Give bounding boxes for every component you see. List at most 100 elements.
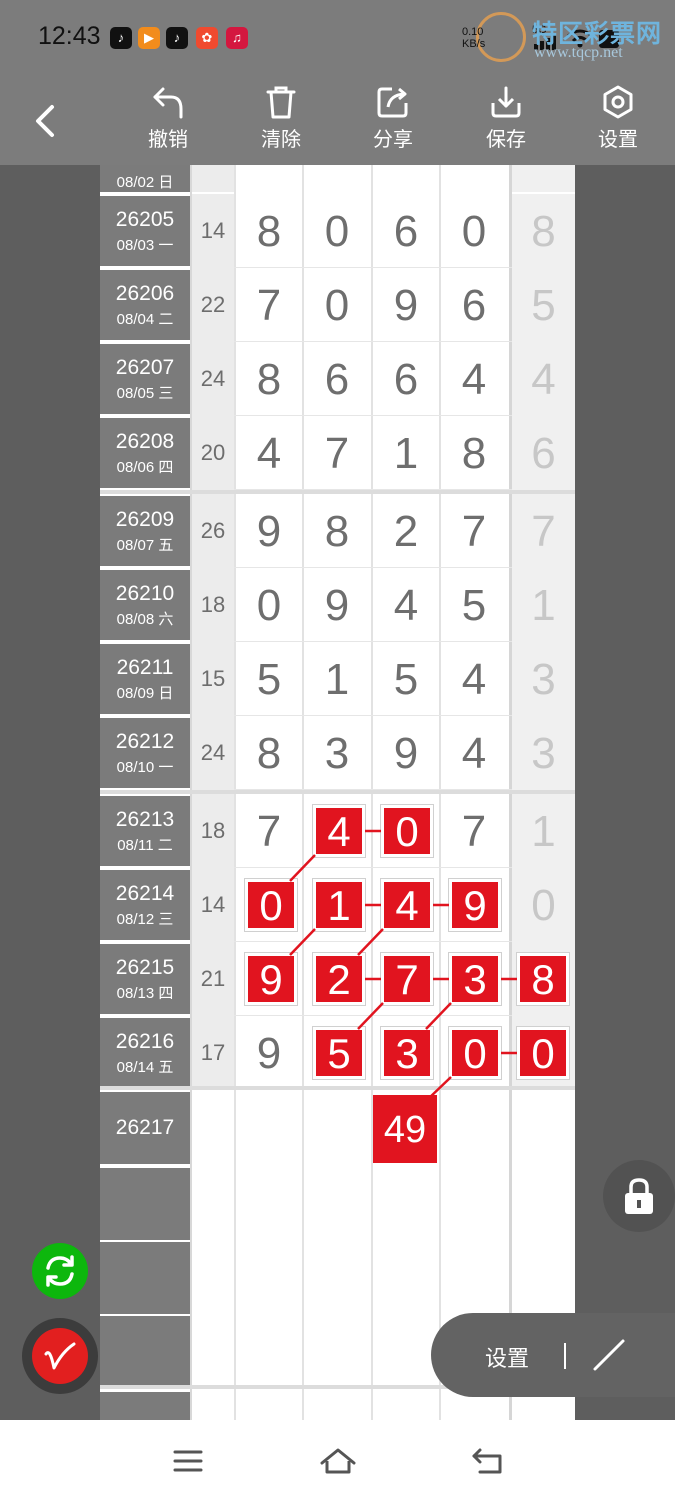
next-issue-row: 26217 — [100, 1090, 575, 1164]
lock-button[interactable] — [603, 1160, 675, 1232]
empty-issue-cell — [100, 1168, 190, 1240]
save-button[interactable]: 保存 — [466, 85, 546, 160]
digit-cell: 3 — [324, 729, 350, 778]
issue-cell: 26214 08/12 三 — [100, 870, 190, 940]
pen-button-inner — [32, 1328, 88, 1384]
sum-cell: 24 — [192, 342, 234, 416]
share-button[interactable]: 分享 — [353, 85, 433, 160]
highlight-cell: 0 — [381, 805, 433, 857]
issue-cell: 26209 08/07 五 — [100, 496, 190, 566]
net-speed: 0.10 — [462, 26, 484, 38]
watermark-logo — [476, 12, 526, 62]
digit-cell: 7 — [461, 807, 487, 856]
tail-digit-cell: 0 — [512, 868, 575, 942]
issue-date: 08/12 三 — [116, 911, 174, 928]
partial-sum-cell — [192, 165, 234, 192]
highlight-cell: 0 — [449, 1027, 501, 1079]
issue-cell: 26210 08/08 六 — [100, 570, 190, 640]
digit-cell: 6 — [324, 355, 350, 404]
issue-cell: 26212 08/10 一 — [100, 718, 190, 788]
left-margin — [0, 165, 100, 1420]
tail-digit-cell: 6 — [512, 416, 575, 490]
status-bar: 12:43 ♪ ▶ ♪ ✿ ♫ 0.10 KB/s 5G 特区彩票网 www.t… — [0, 0, 675, 75]
pen-button[interactable] — [22, 1318, 98, 1394]
refresh-icon — [46, 1255, 74, 1287]
digit-cell: 1 — [324, 655, 350, 704]
shopping-app-icon: ✿ — [196, 27, 218, 49]
line-tool-icon[interactable] — [591, 1337, 627, 1373]
table-row: 26205 08/03 一 14 8 0 6 0 8 — [100, 194, 575, 268]
menu-icon[interactable] — [172, 1448, 204, 1474]
back-nav-icon[interactable] — [470, 1446, 506, 1476]
digit-cell: 1 — [393, 429, 419, 478]
highlight-cell: 9 — [245, 953, 297, 1005]
highlight-cell: 3 — [449, 953, 501, 1005]
settings-label: 设置 — [598, 129, 638, 151]
next-issue-cell: 26217 — [100, 1092, 190, 1164]
partial-last-cell — [512, 165, 575, 192]
digit-cell: 2 — [393, 507, 419, 556]
sum-cell: 24 — [192, 716, 234, 790]
digit-cell: 5 — [256, 655, 282, 704]
tail-digit-cell: 5 — [512, 268, 575, 342]
issue-number: 26213 — [115, 808, 175, 831]
digit-cell: 6 — [393, 355, 419, 404]
undo-icon — [153, 87, 183, 119]
highlight-cell: 8 — [517, 953, 569, 1005]
digit-cell: 5 — [461, 581, 487, 630]
undo-button[interactable]: 撤销 — [128, 85, 208, 160]
gear-icon — [603, 85, 633, 119]
digit-cell: 9 — [393, 281, 419, 330]
highlight-cell: 3 — [381, 1027, 433, 1079]
issue-number: 26206 — [115, 282, 175, 305]
issue-date: 08/08 六 — [116, 611, 174, 628]
issue-number: 26208 — [115, 430, 175, 453]
highlight-cell: 4 — [381, 879, 433, 931]
back-button[interactable] — [30, 103, 60, 139]
issue-cell: 26205 08/03 一 — [100, 196, 190, 266]
issue-date: 08/07 五 — [116, 537, 174, 554]
empty-issue-cell — [100, 1392, 190, 1420]
highlight-cell: 0 — [245, 879, 297, 931]
float-settings-button[interactable]: 设置 — [485, 1341, 529, 1373]
digit-cell: 6 — [393, 207, 419, 256]
save-label: 保存 — [486, 129, 526, 151]
group-separator — [100, 490, 575, 494]
issue-number: 26216 — [115, 1030, 175, 1053]
tail-digit-cell: 3 — [512, 716, 575, 790]
refresh-button[interactable] — [32, 1243, 88, 1299]
lock-icon — [625, 1178, 653, 1214]
pen-stroke-icon — [44, 1342, 76, 1370]
digit-cell: 8 — [256, 355, 282, 404]
tail-digit-cell: 7 — [512, 494, 575, 568]
issue-number: 26215 — [115, 956, 175, 979]
sum-cell: 22 — [192, 268, 234, 342]
clear-label: 清除 — [261, 129, 301, 151]
digit-cell: 4 — [461, 355, 487, 404]
settings-button[interactable]: 设置 — [578, 85, 658, 160]
issue-cell: 26213 08/11 二 — [100, 796, 190, 866]
issue-cell: 26206 08/04 二 — [100, 270, 190, 340]
group-separator — [100, 790, 575, 794]
highlight-cell: 5 — [313, 1027, 365, 1079]
issue-number: 26210 — [115, 582, 175, 605]
trash-icon — [266, 86, 296, 119]
highlight-cell: 2 — [313, 953, 365, 1005]
prediction-badge: 49 — [373, 1095, 437, 1163]
home-icon[interactable] — [318, 1446, 358, 1476]
digit-cell: 9 — [393, 729, 419, 778]
issue-number: 26205 — [115, 208, 175, 231]
trend-chart-grid[interactable]: 08/02 日 26205 08/03 一 14 8 0 6 0 8 26206 08/04 二2… — [100, 165, 575, 1420]
tiktok-icon: ♪ — [110, 27, 132, 49]
digit-cell: 4 — [461, 729, 487, 778]
music-app-icon: ♫ — [226, 27, 248, 49]
toolbar: 撤销 清除 分享 保存 设置 — [0, 75, 675, 165]
partial-issue-cell: 08/02 日 — [100, 165, 190, 192]
partial-date: 08/02 日 — [116, 174, 174, 191]
digit-cell: 4 — [256, 429, 282, 478]
video-app-icon: ▶ — [138, 27, 160, 49]
highlight-cell: 9 — [449, 879, 501, 931]
digit-cell: 0 — [256, 581, 282, 630]
digit-cell: 6 — [461, 281, 487, 330]
clear-button[interactable]: 清除 — [241, 85, 321, 160]
